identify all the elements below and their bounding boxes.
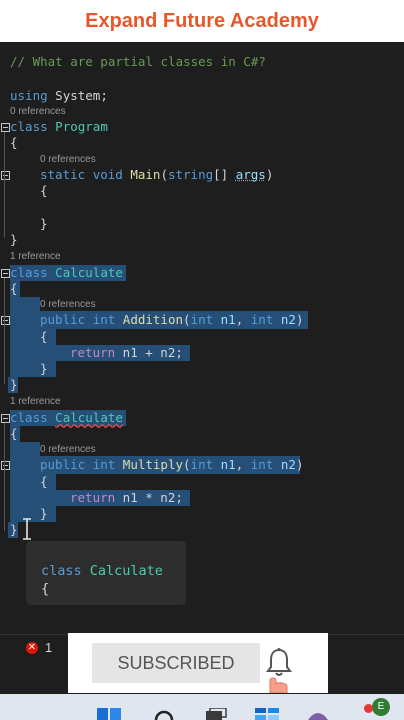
code-lens-references[interactable]: 1 reference bbox=[10, 395, 61, 408]
code-line-brace: { bbox=[10, 135, 18, 150]
app-icon[interactable] bbox=[306, 710, 330, 720]
selection bbox=[10, 506, 56, 522]
code-lens-references[interactable]: 0 references bbox=[40, 298, 96, 311]
selection bbox=[10, 361, 56, 377]
selection bbox=[10, 474, 56, 490]
channel-header: Expand Future Academy bbox=[0, 0, 404, 42]
popup-line-brace: { bbox=[41, 581, 50, 597]
fold-guide bbox=[4, 278, 5, 384]
code-line-brace: { bbox=[40, 183, 48, 198]
code-line-brace: { bbox=[40, 474, 48, 489]
code-lens-references[interactable]: 0 references bbox=[40, 153, 96, 166]
code-line-return: return n1 * n2; bbox=[70, 490, 183, 505]
fold-toggle-icon[interactable] bbox=[1, 316, 10, 325]
windows-start-icon[interactable] bbox=[96, 708, 122, 720]
hand-pointer-icon bbox=[269, 677, 288, 693]
code-line-class-calculate: class Calculate bbox=[10, 410, 123, 425]
avatar-letter: E bbox=[377, 701, 385, 712]
error-icon[interactable]: ✕ bbox=[26, 642, 38, 654]
notification-dot bbox=[364, 704, 373, 713]
fold-toggle-icon[interactable] bbox=[1, 461, 10, 470]
peek-popup: class Calculate { bbox=[26, 541, 186, 605]
subscribe-button[interactable]: SUBSCRIBED bbox=[92, 643, 260, 683]
code-line-using: using System; bbox=[10, 88, 108, 103]
code-comment: // What are partial classes in C#? bbox=[10, 54, 266, 69]
code-line-brace: } bbox=[10, 232, 18, 247]
code-line-brace: } bbox=[10, 522, 18, 537]
code-line-brace: } bbox=[40, 506, 48, 521]
task-view-icon[interactable] bbox=[204, 708, 228, 720]
code-line-addition: public int Addition(int n1, int n2) bbox=[40, 312, 304, 327]
error-count[interactable]: 1 bbox=[45, 640, 52, 655]
code-line-main: static void Main(string[] args) bbox=[40, 167, 274, 182]
selection bbox=[10, 329, 56, 345]
code-lens-references[interactable]: 1 reference bbox=[10, 250, 61, 263]
code-line-multiply: public int Multiply(int n1, int n2) bbox=[40, 457, 304, 472]
selection bbox=[10, 297, 40, 311]
code-line-brace: { bbox=[10, 426, 18, 441]
code-lens-references[interactable]: 0 references bbox=[40, 443, 96, 456]
fold-toggle-icon[interactable] bbox=[1, 414, 10, 423]
code-lens-references[interactable]: 0 references bbox=[10, 105, 66, 118]
fold-guide bbox=[4, 423, 5, 531]
popup-line-class: class Calculate bbox=[41, 563, 163, 579]
code-line-brace: } bbox=[10, 377, 18, 392]
text-cursor-icon bbox=[23, 518, 31, 540]
code-line-brace: } bbox=[40, 361, 48, 376]
fold-toggle-icon[interactable] bbox=[1, 269, 10, 278]
code-line-brace: { bbox=[40, 329, 48, 344]
os-taskbar: E bbox=[0, 694, 404, 720]
code-line-class-program: class Program bbox=[10, 119, 108, 134]
search-icon[interactable] bbox=[152, 708, 176, 720]
code-line-class-calculate: class Calculate bbox=[10, 265, 123, 280]
code-line-brace: { bbox=[10, 281, 18, 296]
fold-toggle-icon[interactable] bbox=[1, 171, 10, 180]
app-icon[interactable] bbox=[254, 708, 280, 720]
user-avatar[interactable]: E bbox=[372, 698, 390, 716]
fold-toggle-icon[interactable] bbox=[1, 123, 10, 132]
code-line-brace: } bbox=[40, 216, 48, 231]
channel-title: Expand Future Academy bbox=[85, 9, 319, 32]
code-line-return: return n1 + n2; bbox=[70, 345, 183, 360]
fold-guide bbox=[4, 132, 5, 238]
subscribe-overlay: SUBSCRIBED bbox=[68, 633, 328, 693]
selection bbox=[10, 442, 40, 456]
